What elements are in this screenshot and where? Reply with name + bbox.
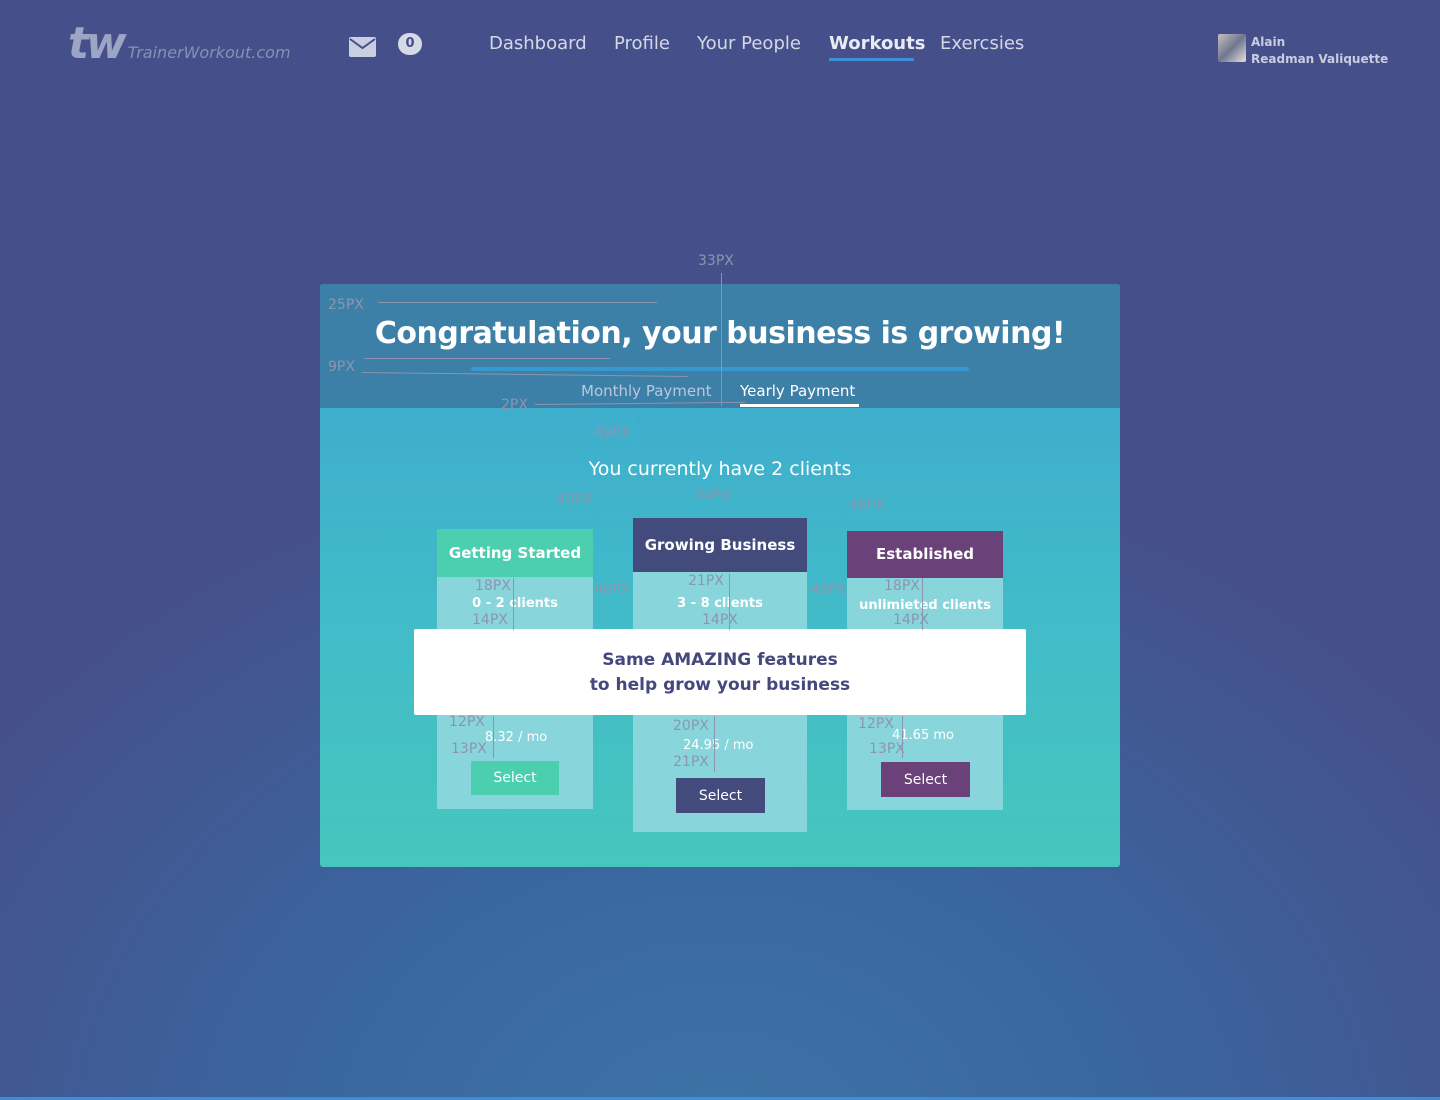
redline-vertical [733, 478, 734, 518]
redline-label: 25PX [328, 297, 364, 313]
user-menu[interactable]: Alain Readman Valiquette [1218, 34, 1388, 68]
plan-clients: 0 - 2 clients [472, 596, 558, 611]
mail-icon[interactable] [349, 37, 376, 57]
redline-label: 9PX [328, 359, 355, 375]
plan-name: Established [847, 531, 1003, 578]
select-button-getting-started[interactable]: Select [471, 761, 559, 795]
user-last-name: Readman Valiquette [1251, 52, 1389, 66]
redline-vertical [714, 716, 715, 772]
redline-horizontal [364, 358, 610, 359]
nav-exercises[interactable]: Exercsies [940, 33, 1024, 54]
plan-clients: unlimieted clients [859, 598, 991, 613]
redline-horizontal [378, 302, 657, 303]
nav-active-underline [829, 58, 914, 61]
redline-label: 20PX [673, 718, 709, 734]
redline-label: 40PX [811, 582, 847, 598]
nav-dashboard[interactable]: Dashboard [489, 33, 587, 54]
logo[interactable]: tw TrainerWorkout.com [68, 18, 291, 69]
title-divider [471, 367, 969, 371]
select-button-established[interactable]: Select [881, 762, 970, 797]
redline-label: 12PX [449, 714, 485, 730]
features-line-1: Same AMAZING features [602, 650, 838, 670]
nav-profile[interactable]: Profile [614, 33, 670, 54]
redline-label: 40PX [594, 582, 630, 598]
plan-name: Growing Business [633, 518, 807, 572]
tab-yearly-payment[interactable]: Yearly Payment [740, 382, 855, 400]
nav-your-people[interactable]: Your People [697, 33, 801, 54]
avatar [1218, 34, 1246, 62]
redline-label: 21PX [673, 754, 709, 770]
redline-vertical [721, 273, 722, 406]
message-count-badge[interactable]: 0 [398, 33, 422, 55]
redline-vertical [513, 578, 514, 630]
features-line-2: to help grow your business [589, 675, 851, 695]
redline-label: 18PX [475, 578, 511, 594]
redline-label: 2PX [501, 397, 528, 413]
plan-price: 8.32 / mo [485, 730, 548, 745]
modal-title: Congratulation, your business is growing… [374, 316, 1066, 351]
redline-vertical [847, 478, 848, 530]
user-first-name: Alain [1251, 35, 1286, 49]
plan-name: Getting Started [437, 529, 593, 577]
redline-label: 34PX [695, 488, 731, 504]
plan-price: 24.95 / mo [683, 738, 754, 753]
user-name: Alain Readman Valiquette [1251, 34, 1388, 68]
redline-label: 49PX [594, 425, 630, 441]
redline-label: 13PX [869, 741, 905, 757]
current-clients-text: You currently have 2 clients [588, 458, 852, 480]
features-banner: Same AMAZING features to help grow your … [414, 629, 1026, 715]
redline-label: 12PX [858, 716, 894, 732]
redline-label: 18PX [884, 578, 920, 594]
redline-vertical [597, 478, 598, 526]
redline-label: 33PX [698, 253, 734, 269]
redline-label: 14PX [893, 612, 929, 628]
select-button-growing-business[interactable]: Select [676, 778, 765, 813]
redline-vertical [493, 716, 494, 758]
redline-label: 14PX [702, 612, 738, 628]
redline-label: 46PX [849, 497, 885, 513]
nav-workouts[interactable]: Workouts [829, 33, 925, 54]
redline-label: 13PX [451, 741, 487, 757]
redline-label: 21PX [688, 573, 724, 589]
logo-mark: tw [68, 18, 127, 69]
plan-clients: 3 - 8 clients [677, 596, 763, 611]
active-tab-underline [740, 404, 859, 407]
redline-vertical [633, 410, 634, 462]
logo-text: TrainerWorkout.com [127, 43, 291, 62]
redline-label: 40PX [557, 491, 593, 507]
top-navbar: tw TrainerWorkout.com 0 Dashboard Profil… [0, 0, 1440, 90]
redline-label: 14PX [472, 612, 508, 628]
tab-monthly-payment[interactable]: Monthly Payment [581, 382, 712, 400]
